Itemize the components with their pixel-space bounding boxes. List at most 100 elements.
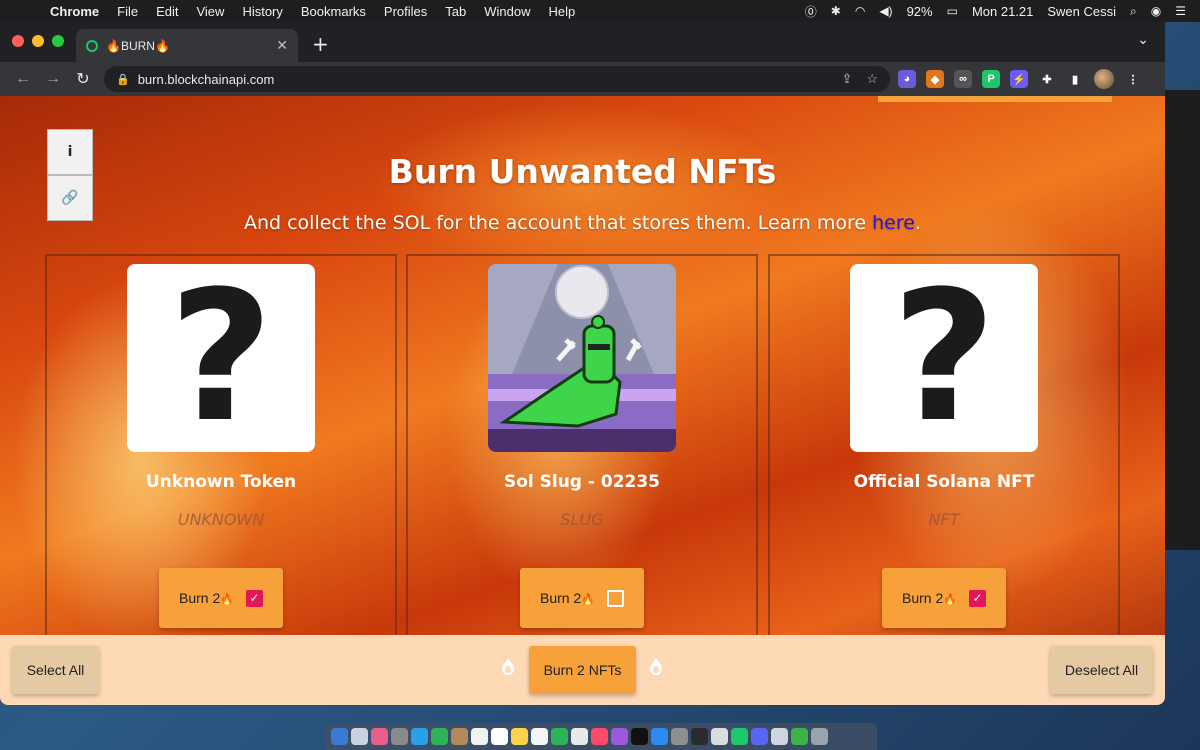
minimize-window-button[interactable] <box>32 35 44 47</box>
subtitle-end: . <box>914 212 922 234</box>
spotlight-search-icon[interactable]: ⌕ <box>1130 4 1137 19</box>
profile-avatar[interactable] <box>1094 69 1114 89</box>
music-dock-icon[interactable] <box>591 728 608 745</box>
siri-icon[interactable]: ◉ <box>1151 4 1161 18</box>
macos-menubar: Chrome File Edit View History Bookmarks … <box>0 0 1200 22</box>
discord-dock-icon[interactable] <box>751 728 768 745</box>
tab-title: 🔥BURN🔥 <box>106 38 170 53</box>
terminal-dock-icon[interactable] <box>691 728 708 745</box>
browser-window: 🔥BURN🔥 ✕ + ⌄ ← → ↻ 🔒 burn.blockchainapi.… <box>0 22 1165 705</box>
podcasts-dock-icon[interactable] <box>611 728 628 745</box>
zoom-window-button[interactable] <box>52 35 64 47</box>
nft-thumbnail: ? <box>850 264 1038 452</box>
page-subtitle: And collect the SOL for the account that… <box>0 212 1165 234</box>
reminders-dock-icon[interactable] <box>531 728 548 745</box>
macos-dock <box>325 723 877 750</box>
learn-more-link[interactable]: here <box>872 212 915 234</box>
action-footer: Select All Burn 2 NFTs Deselect All <box>0 635 1165 705</box>
tv-dock-icon[interactable] <box>631 728 648 745</box>
extensions-puzzle-icon[interactable]: ✚ <box>1038 70 1056 88</box>
facetime-dock-icon[interactable] <box>551 728 568 745</box>
address-url[interactable]: burn.blockchainapi.com <box>138 72 828 87</box>
menu-profiles[interactable]: Profiles <box>384 4 427 19</box>
chrome-menu-icon[interactable]: ⋮ <box>1124 70 1142 88</box>
deselect-all-button[interactable]: Deselect All <box>1050 646 1153 694</box>
question-mark-icon: ? <box>891 264 997 452</box>
nft-thumbnail <box>488 264 676 452</box>
menu-tab[interactable]: Tab <box>445 4 466 19</box>
notes-dock-icon[interactable] <box>511 728 528 745</box>
forward-button[interactable]: → <box>38 70 68 88</box>
lock-icon[interactable]: 🔒 <box>116 73 130 86</box>
calendar-dock-icon[interactable] <box>491 728 508 745</box>
notes-app-dock-icon[interactable] <box>451 728 468 745</box>
extensions-area: ◕ ◆ ∞ P ⚡ ✚ ▮ ⋮ <box>898 69 1142 89</box>
tab-search-chevron-icon[interactable]: ⌄ <box>1137 32 1149 48</box>
tab-close-icon[interactable]: ✕ <box>276 37 288 54</box>
flame-icon-left <box>502 658 514 675</box>
tab-favicon-icon <box>86 39 98 52</box>
siri-dock-icon[interactable] <box>371 728 388 745</box>
messages-dock-icon[interactable] <box>431 728 448 745</box>
nft-name: Sol Slug - 02235 <box>503 472 661 492</box>
window-controls <box>12 35 64 47</box>
android-dock-icon[interactable] <box>791 728 808 745</box>
link-icon: 🔗 <box>61 190 79 206</box>
wifi-icon[interactable]: ◠ <box>855 4 865 18</box>
burn-nft-button[interactable]: Burn 2🔥 ✓ <box>159 568 283 628</box>
settings-dock-icon[interactable] <box>671 728 688 745</box>
metamask-extension-icon[interactable]: ◆ <box>926 70 944 88</box>
photos-dock-icon[interactable] <box>571 728 588 745</box>
new-tab-button[interactable]: + <box>312 32 329 56</box>
trash-dock-icon[interactable] <box>811 728 828 745</box>
app-store-dock-icon[interactable] <box>651 728 668 745</box>
select-checkbox[interactable]: ✓ <box>968 589 986 607</box>
menu-history[interactable]: History <box>242 4 282 19</box>
burn-nft-button[interactable]: Burn 2🔥 ✓ <box>882 568 1006 628</box>
contacts-dock-icon[interactable] <box>471 728 488 745</box>
burn-nft-button[interactable]: Burn 2🔥 <box>520 568 644 628</box>
phantom-extension-icon[interactable]: ◕ <box>898 70 916 88</box>
preview-dock-icon[interactable] <box>711 728 728 745</box>
select-checkbox[interactable] <box>606 589 624 607</box>
nft-name: Unknown Token <box>145 472 297 492</box>
address-bar[interactable]: 🔒 burn.blockchainapi.com ⇪ ☆ <box>104 66 890 92</box>
safari-dock-icon[interactable] <box>411 728 428 745</box>
battery-icon[interactable]: ▭ <box>947 4 958 18</box>
menu-app-name[interactable]: Chrome <box>50 4 99 19</box>
reload-button[interactable]: ↻ <box>68 69 98 89</box>
volume-icon[interactable]: ◀︎) <box>879 4 892 18</box>
back-button[interactable]: ← <box>8 70 38 88</box>
menu-window[interactable]: Window <box>484 4 530 19</box>
control-center-icon[interactable]: ☰ <box>1175 4 1186 18</box>
menubar-clock[interactable]: Mon 21.21 <box>972 4 1033 19</box>
browser-tab-active[interactable]: 🔥BURN🔥 ✕ <box>76 29 298 62</box>
launchpad-dock-icon[interactable] <box>351 728 368 745</box>
side-panel-icon[interactable]: ▮ <box>1066 70 1084 88</box>
bluetooth-icon[interactable]: ✱ <box>831 4 841 18</box>
menu-edit[interactable]: Edit <box>156 4 178 19</box>
burn-page: i 🔗 Burn Unwanted NFTs And collect the S… <box>0 96 1165 705</box>
menubar-user[interactable]: Swen Cessi <box>1047 4 1116 19</box>
link-extension-icon[interactable]: ∞ <box>954 70 972 88</box>
chrome-dock-icon[interactable] <box>731 728 748 745</box>
menu-file[interactable]: File <box>117 4 138 19</box>
select-checkbox[interactable]: ✓ <box>245 589 263 607</box>
rocket-dock-icon[interactable] <box>391 728 408 745</box>
menu-help[interactable]: Help <box>549 4 576 19</box>
accessibility-icon[interactable]: ⓪ <box>805 3 817 20</box>
background-window-edge <box>1165 90 1200 550</box>
burn-selected-button[interactable]: Burn 2 NFTs <box>529 646 636 694</box>
nft-symbol: UNKNOWN <box>177 510 265 529</box>
close-window-button[interactable] <box>12 35 24 47</box>
nft-thumbnail: ? <box>127 264 315 452</box>
preview2-dock-icon[interactable] <box>771 728 788 745</box>
menu-view[interactable]: View <box>196 4 224 19</box>
menu-bookmarks[interactable]: Bookmarks <box>301 4 366 19</box>
lightning-extension-icon[interactable]: ⚡ <box>1010 70 1028 88</box>
p-extension-icon[interactable]: P <box>982 70 1000 88</box>
select-all-button[interactable]: Select All <box>12 646 99 694</box>
share-icon[interactable]: ⇪ <box>841 71 852 87</box>
finder-dock-icon[interactable] <box>331 728 348 745</box>
bookmark-star-icon[interactable]: ☆ <box>866 71 878 87</box>
